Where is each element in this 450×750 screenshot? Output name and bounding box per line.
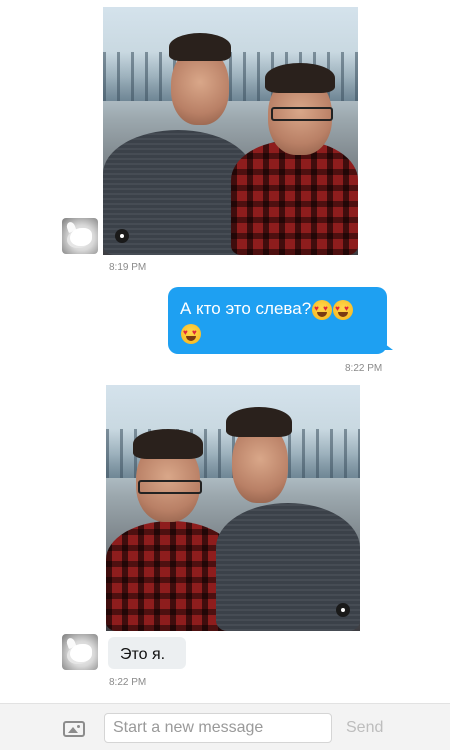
sender-avatar[interactable]	[62, 634, 98, 670]
message-text: Это я.	[120, 646, 166, 663]
send-button[interactable]: Send	[340, 713, 392, 743]
avatar-fur	[70, 228, 92, 246]
heart-eyes-emoji-icon	[333, 299, 354, 320]
person-right-shirt	[231, 140, 358, 255]
incoming-photo-1[interactable]	[103, 7, 358, 255]
image-attach-icon[interactable]	[63, 721, 85, 737]
person-right-hair	[265, 63, 335, 93]
media-indicator-icon	[115, 229, 129, 243]
person-right-hair	[226, 407, 292, 437]
sender-avatar[interactable]	[62, 218, 98, 254]
timestamp: 8:22 PM	[345, 363, 383, 374]
message-text: А кто это слева?	[180, 299, 312, 318]
person-left-hair	[169, 33, 231, 61]
avatar-fur	[70, 644, 92, 662]
glasses	[271, 107, 333, 121]
incoming-photo-2[interactable]	[106, 385, 360, 631]
timestamp: 8:19 PM	[109, 262, 147, 273]
timestamp: 8:22 PM	[109, 677, 147, 688]
heart-eyes-emoji-icon	[181, 323, 201, 344]
glasses	[138, 480, 202, 494]
heart-eyes-emoji-icon	[312, 299, 333, 320]
person-left-hair	[133, 429, 203, 459]
outgoing-message-bubble[interactable]: А кто это слева?	[168, 287, 393, 354]
message-composer: Send	[0, 703, 450, 750]
message-input[interactable]	[104, 713, 332, 743]
media-indicator-icon	[336, 603, 350, 617]
incoming-message-bubble[interactable]: Это я.	[108, 637, 186, 669]
